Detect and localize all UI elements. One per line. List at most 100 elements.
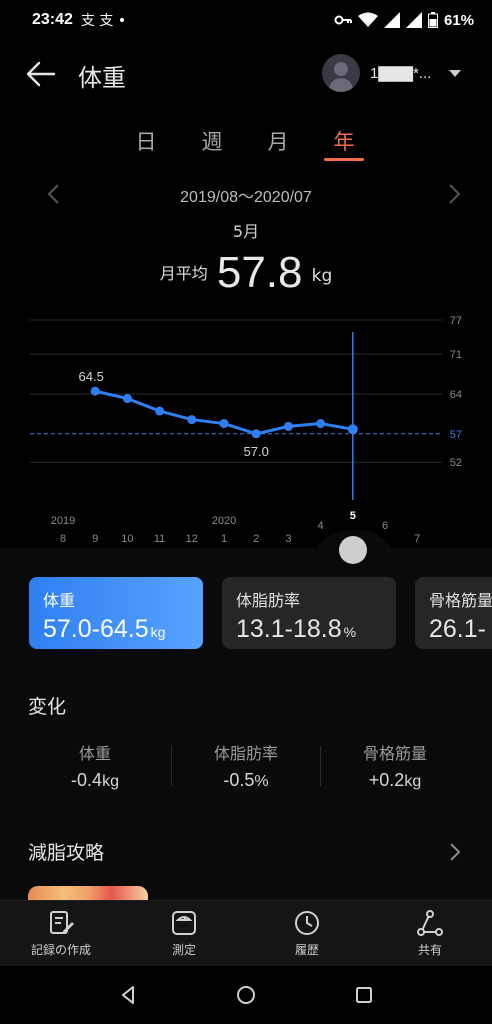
tab-week[interactable]: 週 (182, 126, 242, 156)
signal-2-icon (405, 12, 422, 28)
key-icon (334, 15, 352, 25)
range-row: 2019/08～2020/07 (0, 180, 492, 208)
year-label: 2020 (212, 515, 236, 527)
metric-value: 13.1-18.8 (236, 615, 342, 643)
change-unit: kg (102, 773, 119, 790)
data-point (155, 406, 165, 416)
change-unit: % (254, 773, 269, 790)
battery-icon (427, 12, 438, 28)
battery-percent: 61% (443, 11, 474, 29)
status-bar: 23:42 支 支 • 61% (0, 0, 492, 40)
tab-year[interactable]: 年 (314, 126, 374, 156)
data-point (187, 415, 197, 425)
change-value: -0.5 (223, 770, 255, 790)
home-circle-icon[interactable] (233, 982, 259, 1008)
x-tick-label: 3 (285, 533, 291, 545)
change-label: 骨格筋量 (362, 744, 427, 763)
change-unit: kg (404, 773, 422, 790)
chevron-down-icon (449, 69, 462, 77)
tips-title[interactable]: 減脂攻略 (28, 838, 104, 865)
recents-square-icon[interactable] (351, 982, 377, 1008)
metric-card-body-fat[interactable]: 体脂肪率 13.1-18.8% (222, 577, 396, 649)
metric-value: 57.0-64.5 (43, 615, 149, 643)
metric-title: 骨格筋量 (429, 591, 492, 610)
nav-create-record[interactable]: 記録の作成 (6, 909, 116, 958)
nav-label: 共有 (417, 943, 442, 957)
point-value-label: 57.0 (244, 444, 269, 459)
data-point (316, 419, 326, 429)
x-tick-label: 2 (253, 533, 259, 545)
page-title: 体重 (78, 64, 126, 92)
selected-month: 5月 (232, 222, 260, 241)
edit-record-icon (50, 911, 74, 934)
year-label: 2019 (51, 515, 75, 527)
changes-summary: 体重 -0.4kg 体脂肪率 -0.5% 骨格筋量 +0.2kg (20, 740, 472, 796)
data-point (283, 421, 293, 431)
metric-unit: kg (150, 624, 166, 640)
metric-unit: % (343, 624, 357, 640)
data-point (219, 419, 229, 429)
nav-label: 履歴 (294, 943, 319, 957)
average-unit: kg (311, 266, 333, 286)
scale-icon (172, 911, 196, 935)
change-label: 体脂肪率 (213, 744, 278, 763)
point-value-label: 64.5 (79, 369, 104, 384)
change-body-fat: 体脂肪率 -0.5% (171, 740, 321, 791)
app-header: 体重 1▇▇▇*... (0, 48, 492, 100)
nav-history[interactable]: 履歴 (252, 909, 362, 958)
change-weight: 体重 -0.4kg (20, 740, 170, 791)
y-tick-label: 71 (450, 349, 462, 361)
chart-drag-handle[interactable] (339, 536, 367, 564)
metric-card-weight[interactable]: 体重 57.0-64.5 kg (29, 577, 203, 649)
bottom-nav: 記録の作成 測定 履歴 共有 (0, 900, 492, 966)
x-tick-label: 4 (318, 520, 324, 532)
average-value: 57.8 (216, 248, 303, 297)
period-tabs: 日 週 月 年 (0, 122, 492, 166)
x-tick-label: 7 (414, 533, 420, 545)
notification-icons: 支 支 • (80, 13, 127, 29)
data-point (90, 386, 100, 396)
status-time: 23:42 (32, 11, 73, 28)
data-point (347, 424, 358, 435)
metric-value: 26.1- (429, 615, 486, 643)
data-point (122, 394, 132, 404)
x-tick-label: 6 (382, 520, 388, 532)
system-nav-bar (0, 966, 492, 1024)
chevron-right-icon[interactable] (446, 840, 464, 864)
x-tick-label: 8 (60, 533, 66, 545)
nav-label: 測定 (171, 943, 196, 957)
avatar (322, 54, 360, 92)
nav-share[interactable]: 共有 (375, 909, 485, 958)
nav-label: 記録の作成 (30, 943, 91, 957)
changes-title: 変化 (28, 696, 67, 718)
x-tick-label: 5 (350, 510, 356, 522)
tab-active-indicator (324, 158, 364, 161)
y-tick-label: 64 (450, 389, 462, 401)
date-range: 2019/08～2020/07 (180, 189, 312, 206)
change-value: +0.2 (368, 770, 405, 790)
tab-month[interactable]: 月 (248, 126, 308, 156)
share-icon (417, 910, 443, 936)
weight-chart[interactable]: 777164575264.557.02019 20208 9 10 11 12 1 2 3456… (0, 300, 492, 550)
tab-day[interactable]: 日 (116, 126, 176, 156)
average-label: 月平均 (159, 264, 208, 283)
change-label: 体重 (78, 744, 111, 763)
change-muscle: 骨格筋量 +0.2kg (320, 740, 470, 791)
y-tick-label: 57 (450, 429, 462, 441)
back-arrow-icon[interactable] (26, 60, 56, 88)
change-value: -0.4 (71, 770, 103, 790)
account-name: 1▇▇▇*... (370, 65, 432, 82)
metric-title: 体重 (43, 591, 76, 610)
x-tick-label: 1 (221, 533, 227, 545)
account-selector[interactable]: 1▇▇▇*... (322, 54, 462, 92)
nav-measure[interactable]: 測定 (129, 909, 239, 958)
x-tick-label: 10 (121, 533, 133, 545)
wifi-icon (357, 12, 378, 27)
chevron-right-icon[interactable] (444, 182, 464, 206)
signal-icon (383, 12, 400, 28)
y-tick-label: 77 (450, 315, 462, 327)
metric-card-muscle[interactable]: 骨格筋量 26.1- (415, 577, 492, 649)
metric-title: 体脂肪率 (236, 591, 301, 610)
data-point (251, 429, 261, 439)
back-triangle-icon[interactable] (115, 982, 141, 1008)
